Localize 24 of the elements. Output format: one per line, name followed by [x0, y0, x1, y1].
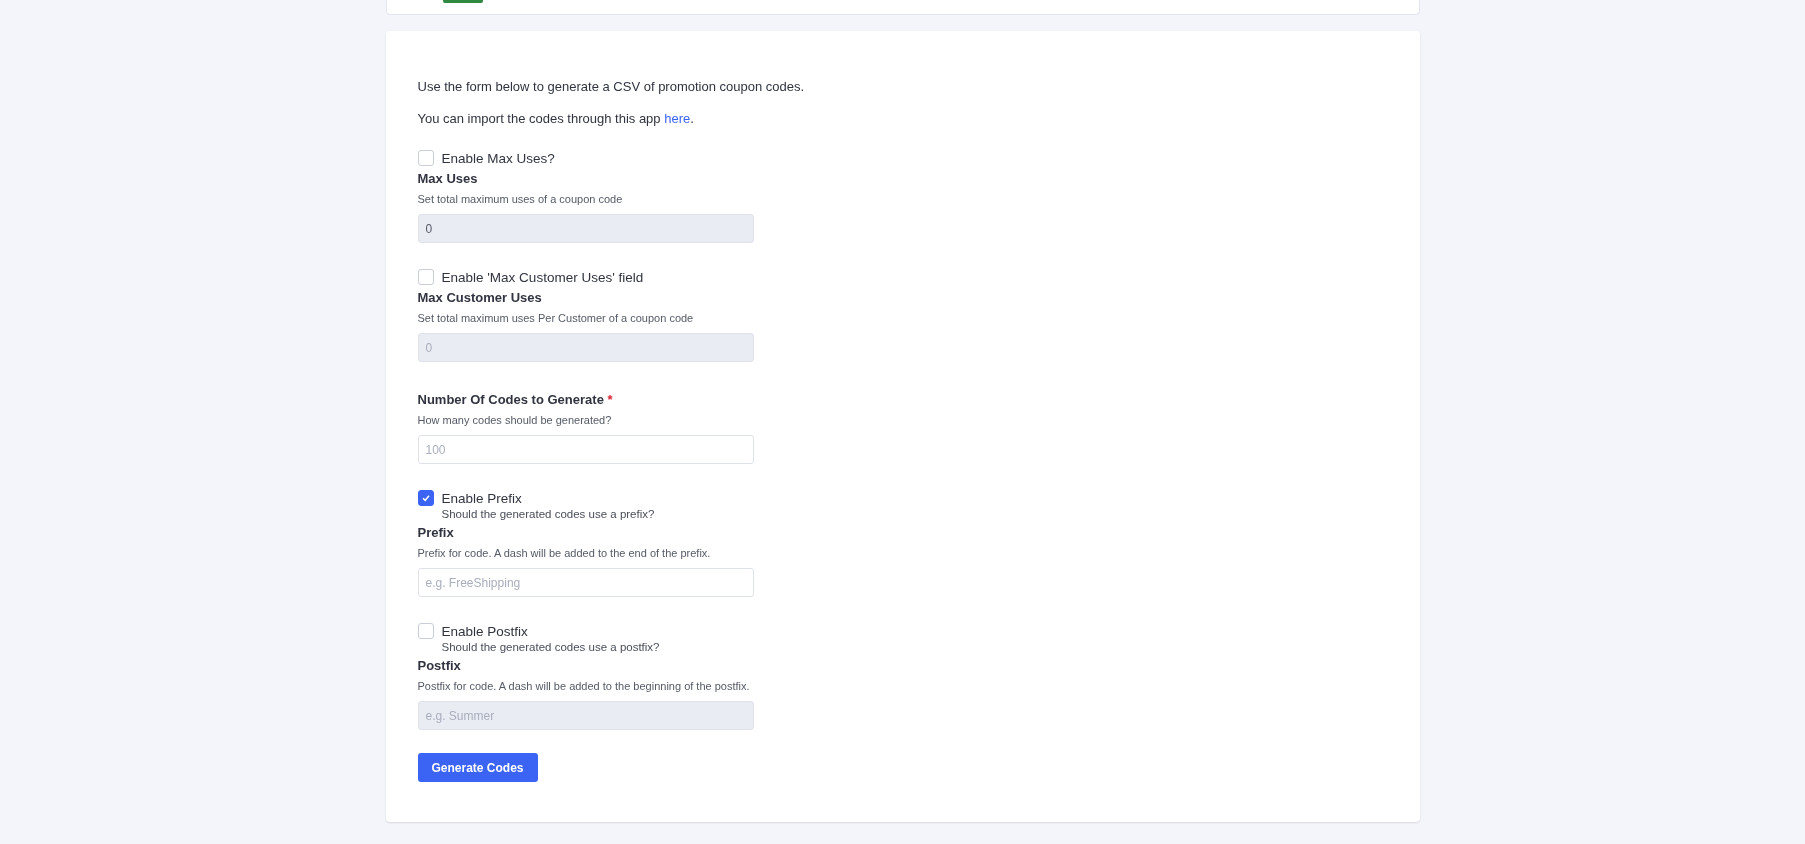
- field-label: Prefix: [417, 525, 455, 540]
- field-description: Set total maximum uses Per Customer of a coupon code: [417, 312, 695, 324]
- field-label: Postfix: [417, 658, 462, 673]
- field-description: Set total maximum uses of a coupon code: [417, 193, 624, 205]
- status-badge: [442, 0, 483, 3]
- checkbox-label: Enable 'Max Customer Uses' field: [441, 269, 644, 285]
- check-icon: [420, 493, 431, 503]
- checkbox[interactable]: [417, 490, 434, 506]
- intro-text: You can import the codes through this app here.: [417, 110, 695, 128]
- input-field[interactable]: 100: [417, 435, 754, 464]
- input-field[interactable]: e.g. FreeShipping: [417, 568, 754, 597]
- checkbox-hint: Should the generated codes use a prefix?: [441, 508, 656, 520]
- checkbox-label: Enable Postfix: [441, 623, 528, 639]
- field-label: Number Of Codes to Generate *: [417, 392, 614, 407]
- field-label: Max Uses: [417, 171, 479, 186]
- generate-codes-button[interactable]: Generate Codes: [417, 753, 538, 782]
- field-description: Prefix for code. A dash will be added to the end of the prefix.: [417, 547, 712, 559]
- checkbox-hint: Should the generated codes use a postfix?: [441, 641, 661, 653]
- field-description: How many codes should be generated?: [417, 414, 613, 426]
- intro-text: Use the form below to generate a CSV of promotion coupon codes.: [417, 78, 806, 96]
- field-description: Postfix for code. A dash will be added to the beginning of the postfix.: [417, 680, 751, 692]
- checkbox-label: Enable Max Uses?: [441, 150, 555, 166]
- checkbox-label: Enable Prefix: [441, 490, 522, 506]
- field-label: Max Customer Uses: [417, 290, 543, 305]
